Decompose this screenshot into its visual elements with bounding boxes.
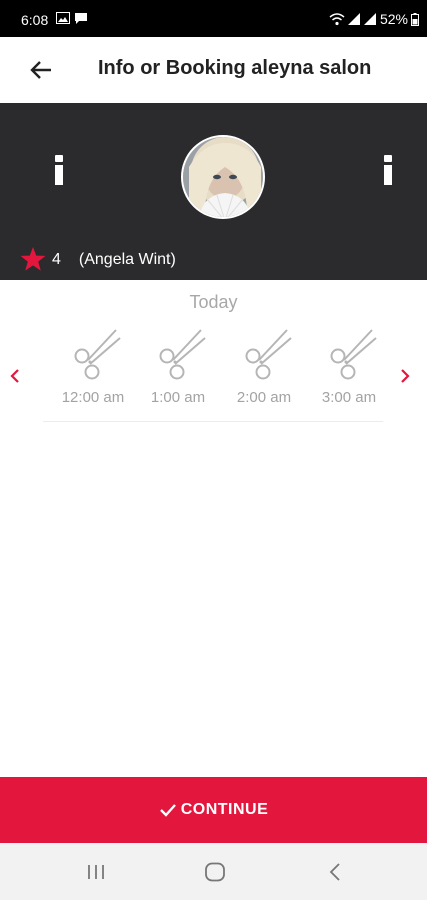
recent-apps-icon (88, 865, 104, 879)
avatar-image (183, 137, 263, 217)
notification-icons (56, 12, 88, 25)
chevron-left-icon (10, 369, 19, 383)
info-icon (384, 155, 392, 162)
wifi-icon (329, 13, 345, 26)
info-button-left[interactable] (49, 155, 69, 189)
rating-value: 4 (52, 250, 61, 268)
message-icon (75, 13, 87, 24)
home-icon (205, 862, 225, 882)
battery-icon (411, 12, 419, 26)
star-icon (20, 247, 46, 271)
signal-icon-2 (363, 13, 376, 25)
chevron-right-icon (401, 369, 410, 383)
system-back-button[interactable] (323, 861, 347, 883)
time-slot[interactable]: 3:00 am (306, 326, 392, 416)
home-button[interactable] (203, 861, 227, 883)
signal-icon (347, 13, 360, 25)
next-slots-button[interactable] (393, 364, 417, 388)
continue-label: CONTINUE (180, 801, 269, 818)
status-right: 52% (329, 11, 419, 27)
status-time: 6:08 (21, 12, 49, 28)
scissors-icon (159, 329, 206, 380)
page-title: Info or Booking aleyna salon (98, 57, 372, 79)
back-button[interactable] (22, 51, 60, 89)
stylist-header: 4 (Angela Wint) (0, 103, 427, 280)
previous-slots-button[interactable] (3, 364, 27, 388)
back-chevron-icon (329, 863, 340, 881)
stylist-name: (Angela Wint) (78, 250, 176, 268)
slot-time: 1:00 am (150, 389, 206, 406)
avatar (181, 135, 265, 219)
slot-time: 2:00 am (236, 389, 292, 406)
continue-button[interactable]: CONTINUE (0, 777, 427, 843)
time-slot[interactable]: 12:00 am (50, 326, 136, 416)
app-bar: Info or Booking aleyna salon (0, 37, 427, 103)
scissors-icon (330, 329, 377, 380)
divider (43, 421, 383, 422)
status-bar: 6:08 52% (0, 0, 427, 37)
gallery-icon (56, 12, 70, 24)
time-slots: 12:00 am 1:00 am 2:00 am 3:00 am (50, 326, 390, 416)
arrow-left-icon (30, 61, 51, 79)
time-slot[interactable]: 2:00 am (221, 326, 307, 416)
info-button-right[interactable] (378, 155, 398, 189)
recent-apps-button[interactable] (84, 861, 108, 883)
scissors-icon (245, 329, 292, 380)
time-slot[interactable]: 1:00 am (135, 326, 221, 416)
check-icon (159, 803, 177, 817)
day-label: Today (189, 292, 238, 312)
rating: 4 (Angela Wint) (20, 247, 176, 272)
slot-time: 3:00 am (321, 389, 377, 406)
info-icon (55, 155, 63, 162)
scissors-icon (74, 329, 121, 380)
system-nav-bar (0, 843, 427, 900)
slot-time: 12:00 am (61, 389, 125, 406)
battery-percent: 52% (379, 11, 408, 27)
